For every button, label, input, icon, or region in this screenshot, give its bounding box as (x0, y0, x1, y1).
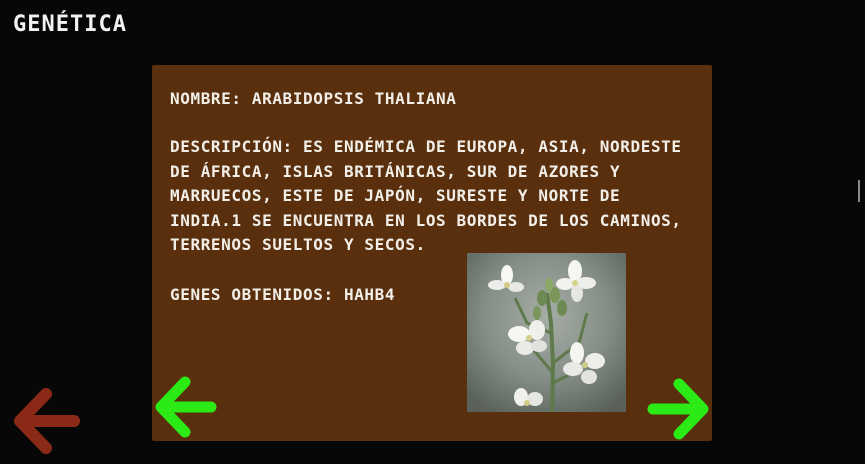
back-arrow-icon[interactable] (12, 388, 82, 454)
species-description: DESCRIPCIÓN: ES ENDÉMICA DE EUROPA, ASIA… (170, 137, 682, 254)
obtained-genes: GENES OBTENIDOS: HAHB4 (170, 285, 396, 304)
species-card: NOMBRE: ARABIDOPSIS THALIANA DESCRIPCIÓN… (152, 65, 712, 441)
species-name: NOMBRE: ARABIDOPSIS THALIANA (170, 89, 457, 108)
scroll-indicator (858, 180, 860, 202)
flower-illustration (467, 253, 626, 412)
genetics-screen: GENÉTICA NOMBRE: ARABIDOPSIS THALIANA DE… (0, 0, 865, 464)
screen-title: GENÉTICA (13, 12, 127, 37)
species-photo (467, 253, 626, 412)
previous-arrow-icon[interactable] (153, 376, 219, 438)
next-arrow-icon[interactable] (645, 378, 711, 440)
